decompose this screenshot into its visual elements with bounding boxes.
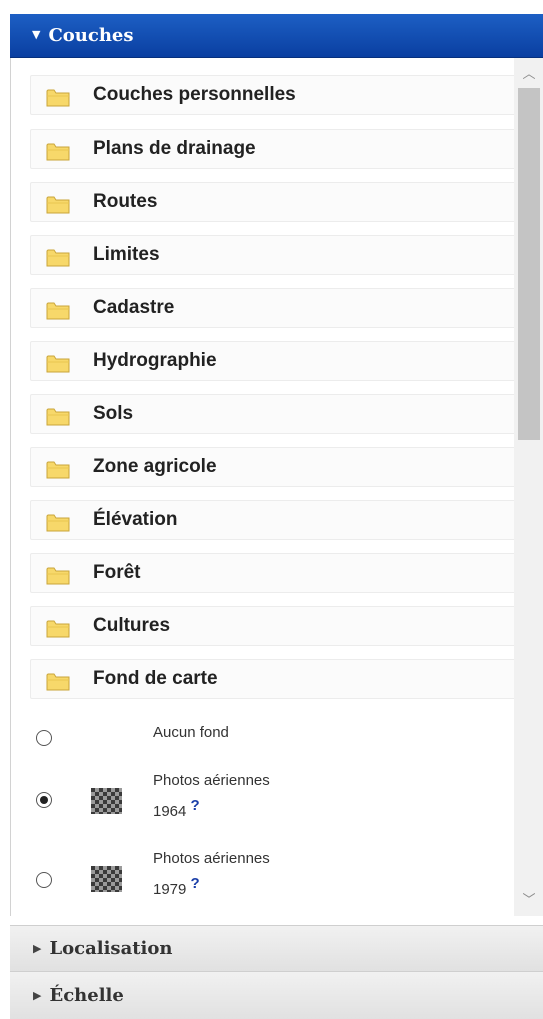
layer-group-label: Hydrographie bbox=[93, 350, 217, 371]
folder-icon bbox=[46, 89, 70, 107]
scale-panel-title: Échelle bbox=[49, 985, 124, 1006]
basemap-radio[interactable] bbox=[36, 872, 52, 888]
layer-group-sols[interactable]: Sols bbox=[30, 394, 516, 434]
folder-icon bbox=[46, 673, 70, 691]
layers-panel-header[interactable]: ▼ Couches bbox=[10, 14, 543, 58]
scroll-down-arrow-icon[interactable]: ﹀ bbox=[514, 888, 543, 912]
folder-icon bbox=[46, 355, 70, 373]
folder-icon bbox=[46, 461, 70, 479]
basemap-label: Photos aériennes bbox=[153, 850, 270, 867]
layer-group-elevation[interactable]: Élévation bbox=[30, 500, 516, 540]
layer-group-foret[interactable]: Forêt bbox=[30, 553, 516, 593]
scrollbar-thumb[interactable] bbox=[518, 88, 540, 440]
folder-icon bbox=[46, 408, 70, 426]
layer-group-label: Couches personnelles bbox=[93, 84, 296, 105]
location-panel-header[interactable]: ▶ Localisation bbox=[10, 925, 543, 971]
basemap-radio[interactable] bbox=[36, 792, 52, 808]
layer-group-label: Zone agricole bbox=[93, 456, 217, 477]
basemap-option-aucun-fond[interactable]: Aucun fond bbox=[30, 718, 516, 758]
layer-group-plans-de-drainage[interactable]: Plans de drainage bbox=[30, 129, 516, 169]
layer-group-label: Élévation bbox=[93, 509, 178, 530]
triangle-right-icon: ▶ bbox=[33, 989, 42, 1002]
basemap-year-group: 1979 ? bbox=[153, 873, 200, 900]
basemap-label: Photos aériennes bbox=[153, 772, 270, 789]
folder-icon bbox=[46, 620, 70, 638]
help-icon[interactable]: ? bbox=[191, 797, 200, 814]
layer-group-cultures[interactable]: Cultures bbox=[30, 606, 516, 646]
aerial-photo-thumbnail-icon bbox=[91, 788, 122, 814]
help-icon[interactable]: ? bbox=[191, 875, 200, 892]
basemap-year: 1964 bbox=[153, 803, 187, 820]
layer-group-label: Cultures bbox=[93, 615, 171, 636]
layer-group-label: Forêt bbox=[93, 562, 141, 583]
scale-panel-header[interactable]: ▶ Échelle bbox=[10, 971, 543, 1019]
folder-icon bbox=[46, 567, 70, 585]
layer-group-routes[interactable]: Routes bbox=[30, 182, 516, 222]
basemap-label: Aucun fond bbox=[153, 724, 229, 741]
layer-group-label: Fond de carte bbox=[93, 668, 218, 689]
triangle-down-icon: ▼ bbox=[32, 28, 41, 41]
layer-group-cadastre[interactable]: Cadastre bbox=[30, 288, 516, 328]
folder-icon bbox=[46, 249, 70, 267]
triangle-right-icon: ▶ bbox=[33, 942, 42, 955]
location-panel-title: Localisation bbox=[49, 938, 173, 959]
aerial-photo-thumbnail-icon bbox=[91, 866, 122, 892]
layer-group-couches-personnelles[interactable]: Couches personnelles bbox=[30, 75, 516, 115]
basemap-radio[interactable] bbox=[36, 730, 52, 746]
layers-panel-title: Couches bbox=[48, 25, 134, 46]
basemap-year: 1979 bbox=[153, 881, 187, 898]
folder-icon bbox=[46, 302, 70, 320]
layer-group-label: Cadastre bbox=[93, 297, 175, 318]
layer-group-limites[interactable]: Limites bbox=[30, 235, 516, 275]
basemap-option-photos-1979[interactable]: Photos aériennes 1979 ? bbox=[30, 848, 516, 912]
folder-icon bbox=[46, 514, 70, 532]
layer-group-zone-agricole[interactable]: Zone agricole bbox=[30, 447, 516, 487]
layer-group-label: Limites bbox=[93, 244, 160, 265]
layer-group-label: Plans de drainage bbox=[93, 138, 256, 159]
vertical-scrollbar[interactable]: ︿ ﹀ bbox=[514, 58, 543, 916]
basemap-option-photos-1964[interactable]: Photos aériennes 1964 ? bbox=[30, 770, 516, 834]
layer-group-hydrographie[interactable]: Hydrographie bbox=[30, 341, 516, 381]
folder-icon bbox=[46, 143, 70, 161]
layer-group-label: Sols bbox=[93, 403, 134, 424]
basemap-year-group: 1964 ? bbox=[153, 795, 200, 822]
layers-panel: Couches personnelles Plans de drainage R… bbox=[10, 58, 543, 916]
layer-group-label: Routes bbox=[93, 191, 158, 212]
scroll-up-arrow-icon[interactable]: ︿ bbox=[514, 62, 543, 86]
layer-group-fond-de-carte[interactable]: Fond de carte bbox=[30, 659, 516, 699]
folder-icon bbox=[46, 196, 70, 214]
